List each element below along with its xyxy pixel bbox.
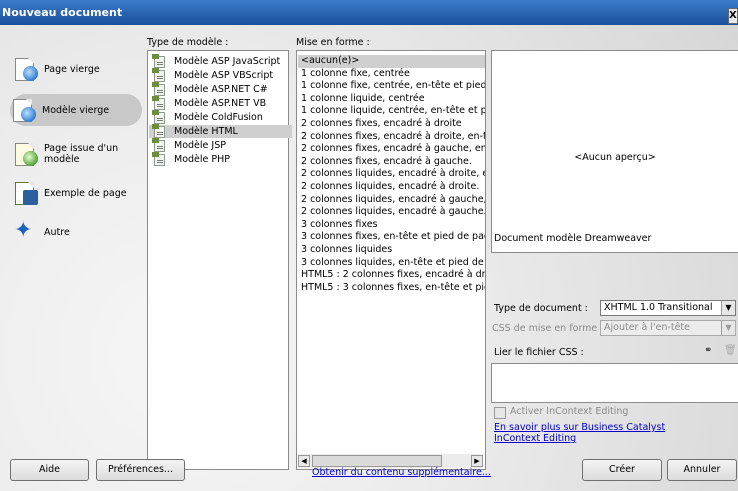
dialog-body: Page vierge Modèle vierge Page issue d'u… bbox=[0, 25, 738, 491]
layout-list[interactable]: <aucun(e)> 1 colonne fixe, centrée 1 col… bbox=[296, 50, 486, 470]
attached-css-list[interactable] bbox=[491, 363, 738, 403]
layout-item[interactable]: HTML5 : 2 colonnes fixes, encadré à droi… bbox=[301, 269, 485, 282]
scroll-right-icon[interactable]: ▶ bbox=[471, 455, 483, 467]
css-layout-label: CSS de mise en forme : bbox=[492, 323, 604, 334]
layout-item[interactable]: 2 colonnes fixes, encadré à gauche. bbox=[301, 156, 472, 169]
category-label: Page vierge bbox=[44, 63, 100, 75]
template-item-label: Modèle ASP.NET C# bbox=[174, 84, 268, 95]
doc-type-label: Type de document : bbox=[494, 303, 588, 314]
scroll-thumb[interactable] bbox=[312, 455, 442, 467]
template-file-icon bbox=[152, 151, 165, 166]
template-item[interactable]: Modèle JSP bbox=[152, 137, 226, 152]
layout-item[interactable]: 1 colonne fixe, centrée bbox=[301, 68, 410, 81]
layout-item[interactable]: 2 colonnes fixes, encadré à droite, en-t… bbox=[301, 131, 485, 144]
preview-description: Document modèle Dreamweaver bbox=[494, 233, 652, 244]
category-blank-template[interactable]: Modèle vierge bbox=[10, 94, 142, 126]
close-icon[interactable]: X bbox=[728, 8, 738, 24]
layout-item[interactable]: 2 colonnes liquides, encadré à droite. bbox=[301, 181, 479, 194]
template-file-icon bbox=[152, 67, 165, 82]
page-from-template-icon bbox=[12, 141, 38, 167]
template-file-icon bbox=[152, 123, 165, 138]
category-label: Page issue d'un modèle bbox=[44, 143, 119, 165]
template-file-icon bbox=[152, 53, 165, 68]
layout-item[interactable]: HTML5 : 3 colonnes fixes, en-tête et pie… bbox=[301, 282, 485, 295]
category-sample-page[interactable]: Exemple de page bbox=[12, 177, 137, 209]
template-item[interactable]: Modèle ColdFusion bbox=[152, 109, 263, 124]
template-file-icon bbox=[152, 95, 165, 110]
category-label: Exemple de page bbox=[44, 187, 127, 199]
category-blank-page[interactable]: Page vierge bbox=[12, 53, 137, 85]
template-item[interactable]: Modèle ASP.NET C# bbox=[152, 81, 268, 96]
horizontal-scrollbar[interactable]: ◀ ▶ bbox=[298, 454, 483, 468]
learn-more-link[interactable]: En savoir plus sur Business Catalyst bbox=[494, 422, 665, 433]
template-item-label: Modèle ColdFusion bbox=[174, 112, 263, 123]
cancel-button[interactable]: Annuler bbox=[667, 459, 737, 481]
incontext-checkbox[interactable] bbox=[494, 407, 506, 419]
template-item-label: Modèle HTML bbox=[174, 126, 238, 137]
template-item[interactable]: Modèle PHP bbox=[152, 151, 230, 166]
template-item[interactable]: Modèle ASP.NET VB bbox=[152, 95, 267, 110]
incontext-label: Activer InContext Editing bbox=[510, 406, 629, 417]
category-label: Modèle vierge bbox=[42, 104, 110, 116]
layout-item[interactable]: 2 colonnes liquides, encadré à gauche, e… bbox=[301, 194, 485, 207]
template-file-icon bbox=[152, 81, 165, 96]
template-file-icon bbox=[152, 137, 165, 152]
category-page-from-template[interactable]: Page issue d'un modèle bbox=[12, 136, 137, 172]
attach-css-label: Lier le fichier CSS : bbox=[494, 347, 584, 358]
template-item-label: Modèle ASP JavaScript bbox=[174, 56, 281, 67]
scroll-left-icon[interactable]: ◀ bbox=[298, 455, 310, 467]
blank-page-icon bbox=[12, 56, 38, 82]
layout-item[interactable]: 3 colonnes fixes, en-tête et pied de pag… bbox=[301, 231, 485, 244]
learn-more-link-line2[interactable]: InContext Editing bbox=[494, 433, 576, 444]
sample-page-icon bbox=[12, 180, 38, 206]
template-type-list[interactable]: Modèle ASP JavaScript Modèle ASP VBScrip… bbox=[147, 50, 292, 470]
template-type-heading: Type de modèle : bbox=[147, 37, 229, 48]
window-title: Nouveau document bbox=[2, 6, 123, 19]
link-chain-icon[interactable]: ⚭ bbox=[704, 345, 712, 356]
css-layout-value: Ajouter à l'en-tête bbox=[604, 322, 690, 333]
category-label: Autre bbox=[44, 226, 70, 238]
layout-item-selected[interactable]: <aucun(e)> bbox=[298, 55, 485, 68]
preview-placeholder: <Aucun aperçu> bbox=[574, 152, 656, 163]
template-item-label: Modèle ASP.NET VB bbox=[174, 98, 267, 109]
chevron-down-icon[interactable]: ▼ bbox=[721, 321, 735, 335]
get-more-content-link[interactable]: Obtenir du contenu supplémentaire... bbox=[312, 467, 491, 478]
preview-panel: <Aucun aperçu> bbox=[491, 50, 738, 253]
layout-item[interactable]: 3 colonnes liquides, en-tête et pied de … bbox=[301, 257, 485, 270]
layout-item[interactable]: 2 colonnes fixes, encadré à gauche, en-t… bbox=[301, 143, 485, 156]
create-button[interactable]: Créer bbox=[582, 459, 662, 481]
chevron-down-icon[interactable]: ▼ bbox=[721, 301, 735, 315]
doc-type-select[interactable]: XHTML 1.0 Transitional ▼ bbox=[600, 300, 736, 316]
template-item[interactable]: Modèle ASP VBScript bbox=[152, 67, 274, 82]
preferences-button[interactable]: Préférences... bbox=[96, 459, 185, 481]
help-button[interactable]: Aide bbox=[10, 459, 89, 481]
css-layout-select[interactable]: Ajouter à l'en-tête ▼ bbox=[600, 320, 736, 336]
template-item-label: Modèle JSP bbox=[174, 140, 226, 151]
template-item[interactable]: Modèle ASP JavaScript bbox=[152, 53, 281, 68]
template-item-label: Modèle ASP VBScript bbox=[174, 70, 274, 81]
layout-item[interactable]: 3 colonnes liquides bbox=[301, 244, 392, 257]
title-bar: Nouveau document X bbox=[0, 0, 738, 25]
layout-item[interactable]: 2 colonnes liquides, encadré à gauche. bbox=[301, 206, 485, 219]
layout-heading: Mise en forme : bbox=[296, 37, 370, 48]
layout-item[interactable]: 1 colonne fixe, centrée, en-tête et pied… bbox=[301, 80, 485, 93]
trash-icon[interactable]: 🗑 bbox=[724, 345, 737, 356]
layout-item[interactable]: 1 colonne liquide, centrée, en-tête et p… bbox=[301, 105, 485, 118]
template-item-label: Modèle PHP bbox=[174, 154, 230, 165]
layout-item[interactable]: 1 colonne liquide, centrée bbox=[301, 93, 425, 106]
other-icon: ✦ bbox=[14, 218, 33, 243]
blank-template-icon bbox=[10, 97, 36, 123]
layout-item[interactable]: 2 colonnes fixes, encadré à droite bbox=[301, 118, 462, 131]
template-item-selected[interactable]: Modèle HTML bbox=[149, 123, 292, 138]
layout-item[interactable]: 3 colonnes fixes bbox=[301, 219, 378, 232]
category-other[interactable]: ✦ Autre bbox=[12, 216, 137, 248]
layout-item[interactable]: 2 colonnes liquides, encadré à droite, e… bbox=[301, 168, 485, 181]
template-file-icon bbox=[152, 109, 165, 124]
doc-type-value: XHTML 1.0 Transitional bbox=[604, 302, 713, 313]
